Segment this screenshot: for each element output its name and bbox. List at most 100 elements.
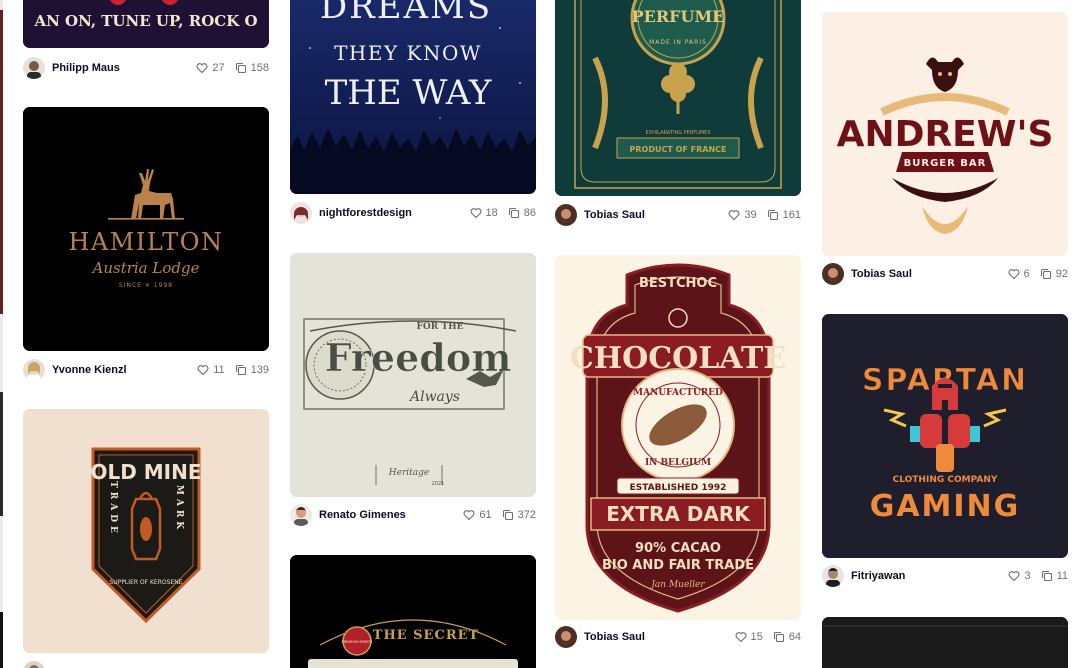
- copy-icon: [508, 207, 519, 219]
- shot-stats: 27 158: [196, 62, 269, 74]
- like-stat[interactable]: 18: [470, 207, 498, 219]
- shot-art-sign: Jan Mueller: [649, 580, 705, 590]
- view-stat: 372: [502, 509, 536, 521]
- shot-art-supplier: SUPPLIER OF KEROSENE: [110, 579, 183, 586]
- left-edge-strip: [0, 0, 3, 668]
- shot-meta: Fitriyawan 3 11: [822, 563, 1068, 589]
- like-stat[interactable]: 6: [1008, 268, 1030, 280]
- shot-thumbnail[interactable]: AN ON, TUNE UP, ROCK O: [23, 0, 269, 48]
- shot-art-text: AN ON, TUNE UP, ROCK O: [33, 12, 257, 30]
- shot-meta: Tobias Saul 6 92: [822, 261, 1068, 287]
- shot-art-made: MADE IN PARIS: [649, 39, 707, 46]
- shot-thumbnail[interactable]: FOR THE Freedom Always Heritage 2021: [290, 253, 536, 497]
- heart-icon: [735, 632, 746, 643]
- avatar[interactable]: [555, 626, 577, 648]
- copy-icon: [767, 209, 778, 221]
- author-name[interactable]: Yvonne Kienzl: [52, 364, 127, 376]
- shot-thumbnail[interactable]: OLD MINE TRADE MARK SUPPLIER OF KEROSENE: [23, 409, 269, 653]
- view-count: 92: [1055, 268, 1068, 280]
- shot-artwork-perfume: PERFUME MADE IN PARIS EXHILARATING PERFU…: [555, 0, 801, 196]
- shot-stats: 6 92: [1008, 268, 1068, 280]
- shot-stats: 11 139: [197, 364, 269, 376]
- shot-art-small: EXHILARATING PERFUMES: [645, 130, 710, 136]
- shot-art-dark: EXTRA DARK: [606, 502, 751, 526]
- view-stat: 92: [1040, 268, 1068, 280]
- shot-thumbnail[interactable]: THE SECRET PREMIUM SPIRITS: [290, 555, 536, 668]
- author-name[interactable]: Tobias Saul: [584, 209, 645, 221]
- shot-stats: 61 372: [463, 509, 536, 521]
- like-count: 18: [485, 207, 498, 219]
- shot-art-est: ESTABLISHED 1992: [630, 483, 727, 493]
- like-stat[interactable]: 3: [1008, 570, 1031, 582]
- avatar[interactable]: [822, 263, 844, 285]
- shot-meta: [23, 659, 269, 668]
- avatar[interactable]: [23, 661, 45, 668]
- shot-meta: Tobias Saul 39 161: [555, 202, 801, 228]
- shot-art-script: Always: [408, 389, 460, 405]
- shot-stats: 3 11: [1008, 570, 1068, 582]
- heart-icon: [728, 210, 740, 221]
- shot-art-in: IN BELGIUM: [645, 458, 711, 468]
- shot-art-since: SINCE ✕ 1998: [119, 282, 173, 289]
- shot-art-title: HAMILTON: [69, 228, 224, 256]
- shot-thumbnail[interactable]: BESTCHOC CHOCOLATE MANUFACTURED IN BELGI…: [555, 255, 801, 620]
- shot-artwork-chocolate: BESTCHOC CHOCOLATE MANUFACTURED IN BELGI…: [555, 255, 801, 620]
- like-count: 11: [213, 364, 225, 376]
- heart-icon: [470, 208, 481, 219]
- copy-icon: [502, 509, 513, 521]
- avatar[interactable]: [23, 57, 45, 79]
- view-count: 158: [250, 62, 269, 74]
- avatar[interactable]: [290, 504, 312, 526]
- shot-art-manu: MANUFACTURED: [633, 388, 723, 398]
- shot-stats: 15 64: [735, 631, 801, 643]
- avatar[interactable]: [23, 359, 45, 381]
- shot-artwork-brotherhood: THE SECRET PREMIUM SPIRITS: [290, 555, 536, 668]
- author-name[interactable]: Renato Gimenes: [319, 509, 406, 521]
- view-stat: 139: [235, 364, 269, 376]
- shot-thumbnail[interactable]: PERFUME MADE IN PARIS EXHILARATING PERFU…: [555, 0, 801, 196]
- like-count: 61: [479, 509, 492, 521]
- author-name[interactable]: Philipp Maus: [52, 62, 120, 74]
- view-count: 372: [517, 509, 536, 521]
- shot-meta: Tobias Saul 15 64: [555, 624, 801, 650]
- view-count: 11: [1056, 570, 1068, 582]
- shot-thumbnail[interactable]: [822, 617, 1068, 668]
- author-name[interactable]: Fitriyawan: [851, 570, 905, 582]
- view-stat: 158: [235, 62, 269, 74]
- adjacent-shot-sliver: [0, 612, 3, 668]
- shot-thumbnail[interactable]: HAMILTON Austria Lodge SINCE ✕ 1998: [23, 107, 269, 351]
- like-stat[interactable]: 39: [728, 209, 757, 221]
- heart-icon: [463, 510, 475, 521]
- shot-art-mid: CLOTHING COMPANY: [893, 475, 998, 485]
- shot-artwork-oldmine: OLD MINE TRADE MARK SUPPLIER OF KEROSENE: [23, 409, 269, 653]
- like-stat[interactable]: 15: [735, 631, 763, 643]
- author-name[interactable]: nightforestdesign: [319, 207, 412, 219]
- author-name[interactable]: Tobias Saul: [584, 631, 645, 643]
- avatar[interactable]: [290, 202, 312, 224]
- shot-art-line2: THEY KNOW: [334, 41, 482, 65]
- like-stat[interactable]: 11: [197, 364, 225, 376]
- shot-artwork-partial: [822, 617, 1068, 668]
- view-stat: 11: [1041, 570, 1068, 582]
- shot-artwork-freedom: FOR THE Freedom Always Heritage 2021: [290, 253, 536, 497]
- like-stat[interactable]: 61: [463, 509, 492, 521]
- shot-art-badge: PREMIUM SPIRITS: [342, 640, 373, 644]
- like-stat[interactable]: 27: [196, 62, 225, 74]
- shot-artwork-dreams: DREAMS THEY KNOW THE WAY: [290, 0, 536, 194]
- author-name[interactable]: Tobias Saul: [851, 268, 912, 280]
- copy-icon: [773, 631, 784, 643]
- shot-art-year: 2021: [432, 481, 445, 487]
- shot-thumbnail[interactable]: ANDREW'S BURGER BAR: [822, 12, 1068, 256]
- avatar[interactable]: [822, 565, 844, 587]
- shot-thumbnail[interactable]: SPARTAN CLOTHING COMPANY GAMING: [822, 314, 1068, 558]
- like-count: 27: [212, 62, 225, 74]
- shot-artwork-rock: AN ON, TUNE UP, ROCK O: [23, 0, 269, 48]
- shot-art-trade: TRADE: [108, 481, 118, 537]
- avatar[interactable]: [555, 204, 577, 226]
- copy-icon: [235, 62, 246, 74]
- view-count: 139: [250, 364, 269, 376]
- shot-meta: Yvonne Kienzl 11 139: [23, 357, 269, 383]
- shot-meta: Philipp Maus 27 158: [23, 55, 269, 81]
- shot-art-product: PRODUCT OF FRANCE: [630, 145, 727, 154]
- shot-thumbnail[interactable]: DREAMS THEY KNOW THE WAY: [290, 0, 536, 194]
